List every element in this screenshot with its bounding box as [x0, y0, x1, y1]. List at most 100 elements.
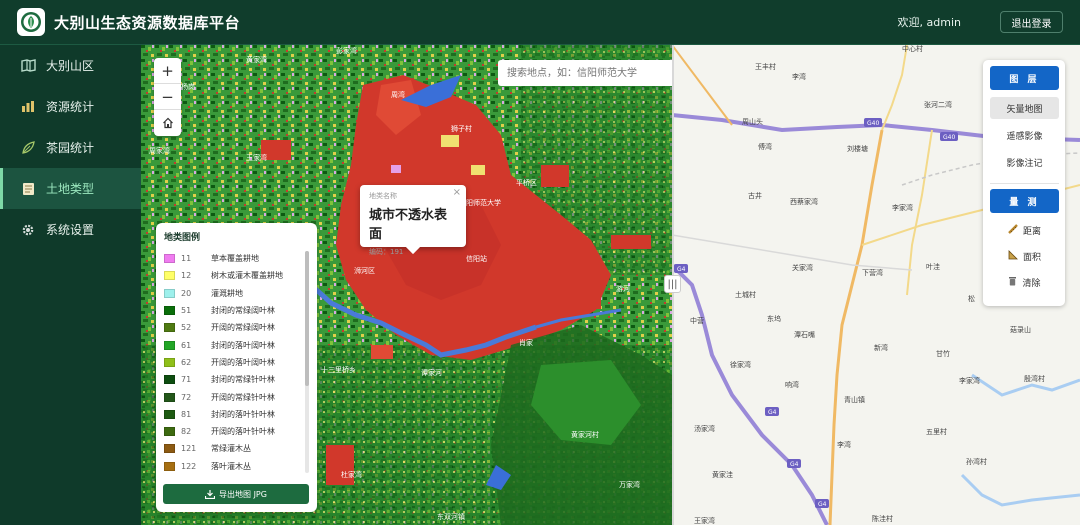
measure-header-button[interactable]: 量 测	[990, 189, 1059, 213]
home-button[interactable]	[154, 110, 181, 136]
layers-header-button[interactable]: 图 层	[990, 66, 1059, 90]
logout-button[interactable]: 退出登录	[1000, 11, 1063, 33]
map-area: 彭家湾 黄家湾 周湾 杨岗 狮子村 王家湾 周家湾 浉河区 平桥区 信阳站 信阳…	[141, 45, 1080, 525]
map-label: 孙湾村	[966, 457, 987, 466]
popup-close-button[interactable]: ×	[453, 187, 461, 198]
sidebar-item-label: 茶园统计	[46, 141, 95, 155]
home-icon	[162, 117, 173, 129]
map-label: 西蔡家湾	[790, 197, 818, 206]
legend-item: 12 树木或灌木覆盖耕地	[164, 267, 304, 284]
legend-swatch	[164, 254, 175, 264]
land-cover-map[interactable]: 彭家湾 黄家湾 周湾 杨岗 狮子村 王家湾 周家湾 浉河区 平桥区 信阳站 信阳…	[141, 45, 672, 525]
legend-code: 52	[181, 323, 192, 333]
legend-item: 51 封闭的常绿阔叶林	[164, 302, 304, 319]
map-label: 信阳站	[466, 254, 487, 263]
map-label: 傅湾	[758, 142, 772, 151]
map-label: 平桥区	[516, 178, 537, 187]
sidebar-item-label: 土地类型	[46, 182, 95, 196]
legend-item: 11 草本覆盖耕地	[164, 250, 304, 267]
legend-code: 71	[181, 375, 192, 385]
legend-name: 封闭的常绿针叶林	[211, 375, 275, 385]
measure-clear-button[interactable]: 清除	[990, 271, 1059, 293]
legend-code: 12	[181, 271, 192, 281]
legend-list[interactable]: 11 草本覆盖耕地 12 树木或灌木覆盖耕地 20 灌溉耕地 51 封闭的常绿阔叶林 5…	[164, 250, 304, 474]
area-triangle-icon	[1008, 249, 1018, 263]
map-label: 周湾	[391, 90, 405, 99]
map-label: 中营	[690, 316, 704, 325]
map-label: 黄家湾	[246, 55, 267, 64]
legend-code: 51	[181, 306, 192, 316]
legend-code: 121	[181, 444, 197, 454]
legend-name: 封闭的常绿阔叶林	[211, 306, 275, 316]
legend-swatch	[164, 409, 175, 419]
legend-name: 常绿灌木丛	[211, 444, 251, 454]
road-shield-label: G4	[677, 266, 686, 273]
legend-swatch	[164, 306, 175, 316]
trash-icon	[1008, 276, 1017, 289]
map-label: 关家湾	[792, 263, 813, 272]
legend-swatch	[164, 357, 175, 367]
map-label: 东坞	[767, 314, 781, 323]
zoom-out-button[interactable]: −	[154, 84, 181, 110]
measure-distance-button[interactable]: 距离	[990, 219, 1059, 241]
export-jpg-button[interactable]: 导出地图 JPG	[163, 484, 309, 504]
search-input[interactable]	[498, 60, 672, 86]
document-icon	[20, 181, 36, 197]
legend-item: 82 开阔的落叶针叶林	[164, 423, 304, 440]
legend-item: 122 落叶灌木丛	[164, 458, 304, 474]
map-label: 万家湾	[619, 480, 640, 489]
map-label: 浉河区	[354, 267, 375, 275]
legend-item: 52 开阔的常绿阔叶林	[164, 319, 304, 336]
map-label: 汤家湾	[694, 424, 715, 433]
map-label: 黄家洼	[712, 470, 733, 479]
legend-title: 地类图例	[164, 233, 201, 243]
sidebar-item-dabie-region[interactable]: 大别山区	[0, 45, 141, 86]
map-label: 菇录山	[1010, 325, 1031, 334]
legend-swatch	[164, 444, 175, 454]
legend-item: 71 封闭的常绿针叶林	[164, 371, 304, 388]
legend-code: 20	[181, 288, 192, 298]
legend-item: 62 开阔的落叶阔叶林	[164, 354, 304, 371]
map-label: 五里村	[926, 427, 947, 436]
layer-option-annotation[interactable]: 影像注记	[990, 151, 1059, 173]
map-label: 杨岗	[181, 82, 195, 91]
map-label: 狮子村	[451, 124, 472, 133]
legend-code: 62	[181, 357, 192, 367]
zoom-in-button[interactable]: +	[154, 58, 181, 84]
legend-scrollbar[interactable]	[305, 251, 309, 473]
map-label: 新湾	[874, 343, 888, 352]
legend-name: 草本覆盖耕地	[211, 254, 259, 264]
legend-swatch	[164, 461, 175, 471]
legend-code: 61	[181, 340, 192, 350]
legend-name: 开阔的落叶阔叶林	[211, 357, 275, 367]
layer-option-vector-map[interactable]: 矢量地图	[990, 97, 1059, 119]
legend-swatch	[164, 323, 175, 333]
map-label: 李家湾	[892, 203, 913, 212]
map-label: 响湾	[785, 380, 799, 389]
legend-swatch	[164, 288, 175, 298]
legend-name: 开阔的落叶针叶林	[211, 427, 275, 437]
measure-area-button[interactable]: 面积	[990, 245, 1059, 267]
layer-option-satellite[interactable]: 遥感影像	[990, 124, 1059, 146]
panel-divider	[990, 183, 1059, 184]
legend-name: 封闭的落叶阔叶林	[211, 340, 275, 350]
legend-scrollbar-thumb[interactable]	[305, 251, 309, 386]
map-label: 青山镇	[844, 395, 865, 404]
swipe-handle[interactable]: |||	[664, 275, 681, 293]
sidebar-item-land-type[interactable]: 土地类型	[0, 168, 141, 209]
welcome-text: 欢迎, admin	[897, 16, 961, 29]
logo	[17, 8, 45, 36]
sidebar-item-resource-stats[interactable]: 资源统计	[0, 86, 141, 127]
map-label: 陈洼村	[872, 514, 893, 523]
sidebar-item-label: 大别山区	[46, 59, 95, 73]
sidebar-item-tea-stats[interactable]: 茶园统计	[0, 127, 141, 168]
road-shield-label: G40	[867, 120, 879, 127]
sidebar-item-settings[interactable]: 系统设置	[0, 209, 141, 250]
map-label: 殷湾村	[1024, 374, 1045, 383]
popup-land-type-name: 城市不透水表面	[369, 208, 448, 242]
map-label: 潭石嘴	[794, 330, 815, 339]
book-map-icon	[20, 58, 36, 74]
legend-swatch	[164, 392, 175, 402]
road-shield-label: G4	[818, 501, 827, 508]
map-label: 杜家湾	[341, 470, 362, 479]
